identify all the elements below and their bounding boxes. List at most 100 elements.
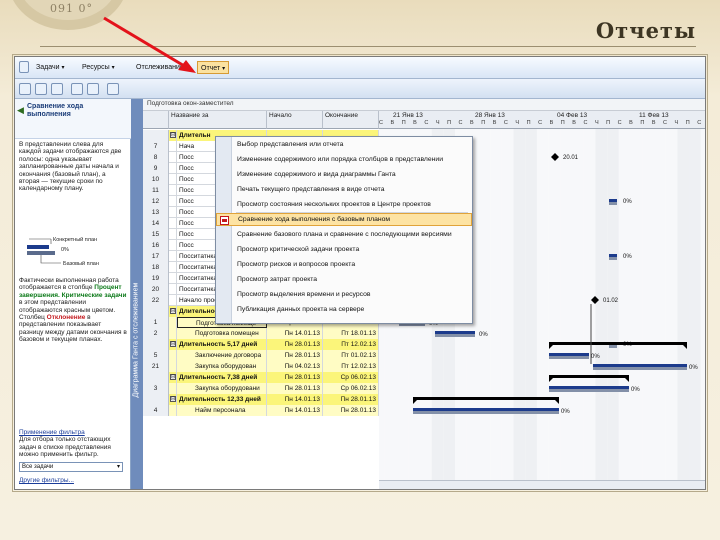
task-end[interactable]: Ср 06.02.13 (323, 383, 379, 394)
table-row[interactable]: 21 Закупка оборудован Пн 04.02.13 Пт 12.02.… (143, 361, 379, 372)
save-icon[interactable] (51, 83, 63, 95)
task-start[interactable]: Пн 28.01.13 (267, 350, 323, 361)
view-bar: Диаграмма Ганта с отслеживанием (131, 99, 143, 489)
menu-item[interactable]: Печать текущего представления в виде отч… (216, 183, 472, 196)
task-bar (609, 254, 617, 257)
menu-item[interactable]: Просмотр состояния нескольких проектов в… (216, 198, 472, 211)
collapse-icon[interactable]: ⊟ (170, 132, 176, 138)
task-bar (413, 408, 559, 411)
collapse-icon[interactable]: ⊟ (170, 396, 176, 402)
collapse-icon[interactable]: ⊟ (170, 308, 176, 314)
row-number: 15 (143, 229, 169, 240)
summary-row[interactable]: ⊟ Длительность 7,38 дней Пн 28.01.13 Ср 06.… (143, 372, 379, 383)
week-label: 21 Янв 13 (393, 112, 423, 119)
task-name[interactable]: Закупка оборудован (177, 361, 267, 372)
view-bar-label: Диаграмма Ганта с отслеживанием (132, 282, 140, 398)
table-row[interactable]: 4 Найм персонала Пн 14.01.13 Пн 28.01.13 (143, 405, 379, 416)
preview-icon[interactable] (87, 83, 99, 95)
task-name[interactable]: Найм персонала (177, 405, 267, 416)
menu-item[interactable]: Просмотр выделения времени и ресурсов (216, 288, 472, 301)
column-header-end[interactable]: Окончание (323, 111, 379, 129)
open-icon[interactable] (35, 83, 47, 95)
menu-item-label: Просмотр критической задачи проекта (237, 246, 360, 253)
row-indicator (169, 229, 177, 240)
day-labels: С В П В С Ч П С В П В С Ч П С В П В С Ч … (379, 120, 705, 126)
baseline-bar (609, 257, 617, 260)
task-end[interactable]: Пн 28.01.13 (323, 394, 379, 405)
task-start[interactable]: Пн 28.01.13 (267, 372, 323, 383)
table-row[interactable]: 3 Закупка оборудовани Пн 28.01.13 Ср 06.02.… (143, 383, 379, 394)
help-icon[interactable] (107, 83, 119, 95)
legend-illustration: Конкретный план 0% Базовый план (27, 236, 99, 267)
tracking-menu[interactable]: Отслеживание ▾ (133, 61, 192, 74)
menu-item[interactable]: Просмотр рисков и вопросов проекта (216, 258, 472, 271)
summary-bar (549, 375, 629, 378)
table-row[interactable]: 2 Подготовка помещен Пн 14.01.13 Пт 18.01.1… (143, 328, 379, 339)
baseline-bar (593, 367, 687, 370)
menu-item-label: Публикация данных проекта на сервере (237, 306, 365, 313)
report-menu[interactable]: Отчет ▾ (197, 61, 230, 74)
task-start[interactable]: Пн 14.01.13 (267, 328, 323, 339)
task-end[interactable]: Пт 12.02.13 (323, 361, 379, 372)
entry-bar: Подготовка окон-заместител (143, 99, 705, 111)
task-name[interactable]: Длительность 12,33 дней (177, 394, 267, 405)
filter-select[interactable]: Все задачи ▾ (19, 462, 123, 472)
collapse-icon[interactable]: ⊟ (170, 374, 176, 380)
pane-description-2: Фактически выполненная работа отображает… (19, 277, 127, 344)
menu-item-label: Сравнение базового плана и сравнение с п… (237, 231, 452, 238)
row-indicator (169, 273, 177, 284)
row-indicator (169, 240, 177, 251)
resources-menu[interactable]: Ресурсы ▾ (79, 61, 118, 74)
task-name[interactable]: Длительность 5,17 дней (177, 339, 267, 350)
row-number: 11 (143, 185, 169, 196)
other-filters-link[interactable]: Другие фильтры... (19, 477, 74, 484)
tasks-menu[interactable]: Задачи ▾ (33, 61, 68, 74)
task-start[interactable]: Пн 28.01.13 (267, 339, 323, 350)
menu-item[interactable]: Просмотр затрат проекта (216, 273, 472, 286)
row-number (143, 339, 169, 350)
row-indicator (169, 207, 177, 218)
task-name[interactable]: Закупка оборудовани (177, 383, 267, 394)
column-header-name[interactable]: Название за (169, 111, 267, 129)
task-end[interactable]: Пт 01.02.13 (323, 350, 379, 361)
title-rule (40, 46, 696, 47)
compass-decoration: 091 0° (0, 0, 150, 36)
task-start[interactable]: Пн 14.01.13 (267, 394, 323, 405)
task-name[interactable]: Длительность 7,38 дней (177, 372, 267, 383)
task-bar (435, 331, 475, 334)
menu-item-label: Просмотр выделения времени и ресурсов (237, 291, 371, 298)
guide-toolbar: Задачи ▾ Ресурсы ▾ Отслеживание ▾ Отчет ▾ (15, 57, 705, 79)
task-start[interactable]: Пн 14.01.13 (267, 405, 323, 416)
milestone-date-label: 20.01 (563, 155, 579, 161)
task-start[interactable]: Пн 28.01.13 (267, 383, 323, 394)
column-header-num[interactable] (143, 111, 169, 129)
table-row[interactable]: 5 Заключение договора Пн 28.01.13 Пт 01.02.… (143, 350, 379, 361)
task-end[interactable]: Ср 06.02.13 (323, 372, 379, 383)
column-header-start[interactable]: Начало (267, 111, 323, 129)
row-indicator (169, 152, 177, 163)
print-icon[interactable] (71, 83, 83, 95)
task-end[interactable]: Пт 12.02.13 (323, 339, 379, 350)
pane-text-3-red: Отклонение (46, 314, 86, 322)
task-end[interactable]: Пн 28.01.13 (323, 405, 379, 416)
collapse-icon[interactable]: ⊟ (170, 341, 176, 347)
row-number: 17 (143, 251, 169, 262)
baseline-bar (549, 356, 589, 359)
menu-item[interactable]: Просмотр критической задачи проекта (216, 243, 472, 256)
task-end[interactable]: Пт 18.01.13 (323, 328, 379, 339)
menu-item[interactable]: Изменение содержимого или порядка столбц… (216, 153, 472, 166)
menu-item[interactable]: Сравнение хода выполнения с базовым план… (216, 213, 472, 226)
menu-item[interactable]: Изменение содержимого и вида диаграммы Г… (216, 168, 472, 181)
menu-item[interactable]: Сравнение базового плана и сравнение с п… (216, 228, 472, 241)
week-label: 04 Фев 13 (557, 112, 588, 119)
summary-row[interactable]: ⊟ Длительность 12,33 дней Пн 14.01.13 Пн 28… (143, 394, 379, 405)
task-name[interactable]: Заключение договора (177, 350, 267, 361)
task-name[interactable]: Подготовка помещен (177, 328, 267, 339)
menu-item[interactable]: Публикация данных проекта на сервере (216, 303, 472, 316)
new-icon[interactable] (19, 83, 31, 95)
back-arrow-icon[interactable]: ◀ (17, 105, 24, 116)
task-start[interactable]: Пн 04.02.13 (267, 361, 323, 372)
summary-row[interactable]: ⊟ Длительность 5,17 дней Пн 28.01.13 Пт 12.… (143, 339, 379, 350)
menu-item[interactable]: Выбор представления или отчета (216, 138, 472, 151)
row-indicator (169, 163, 177, 174)
